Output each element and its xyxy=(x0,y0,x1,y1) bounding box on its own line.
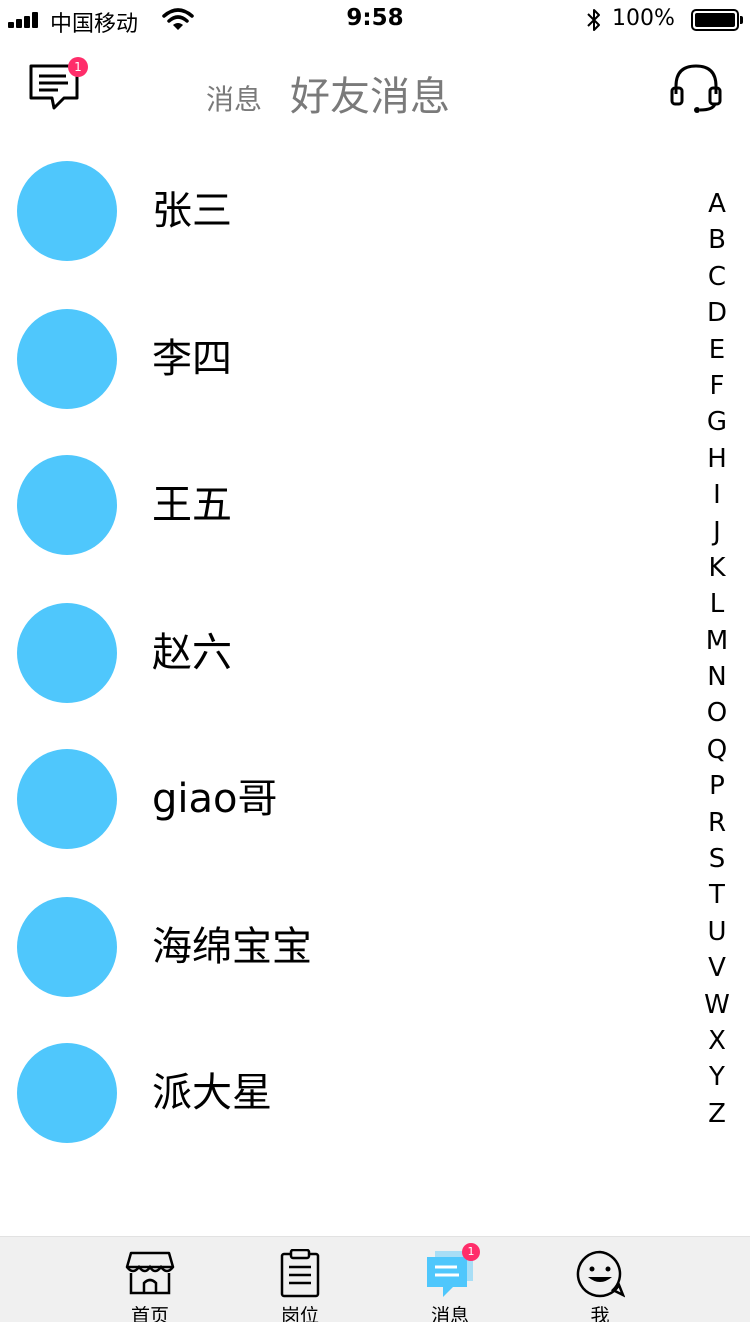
contact-name: giao哥 xyxy=(152,776,278,822)
tab-messages-label: 消息 xyxy=(430,1305,469,1322)
alphabet-letter[interactable]: T xyxy=(700,877,734,913)
alphabet-index[interactable]: ABCDEFGHIJKLMNOQPRSTUVWXYZ xyxy=(700,186,734,1132)
tab-me[interactable]: 我 xyxy=(560,1243,640,1322)
contact-name: 张三 xyxy=(152,188,232,234)
contact-item[interactable]: giao哥 xyxy=(0,738,690,858)
avatar xyxy=(17,603,117,703)
alphabet-letter[interactable]: V xyxy=(700,950,734,986)
alphabet-letter[interactable]: X xyxy=(700,1023,734,1059)
contact-item[interactable]: 王五 xyxy=(0,444,690,564)
alphabet-letter[interactable]: U xyxy=(700,914,734,950)
avatar xyxy=(17,309,117,409)
alphabet-letter[interactable]: A xyxy=(700,186,734,222)
battery-percentage: 100% xyxy=(612,6,675,31)
tab-messages-badge: 1 xyxy=(462,1243,480,1261)
alphabet-letter[interactable]: D xyxy=(700,295,734,331)
alphabet-letter[interactable]: F xyxy=(700,368,734,404)
alphabet-letter[interactable]: M xyxy=(700,623,734,659)
tab-home-label: 首页 xyxy=(130,1305,169,1322)
alphabet-letter[interactable]: Y xyxy=(700,1059,734,1095)
header: 1 消息 好友消息 xyxy=(0,40,750,140)
alphabet-letter[interactable]: O xyxy=(700,695,734,731)
alphabet-letter[interactable]: G xyxy=(700,404,734,440)
tab-messages[interactable]: 消息 xyxy=(206,78,262,118)
avatar xyxy=(17,161,117,261)
contact-item[interactable]: 派大星 xyxy=(0,1032,690,1152)
avatar xyxy=(17,897,117,997)
alphabet-letter[interactable]: R xyxy=(700,805,734,841)
avatar xyxy=(17,1043,117,1143)
contact-name: 李四 xyxy=(152,336,232,382)
store-icon xyxy=(125,1251,175,1295)
tab-bar: 首页 岗位 1 消息 我 xyxy=(0,1236,750,1322)
message-badge: 1 xyxy=(68,57,88,77)
avatar xyxy=(17,749,117,849)
headset-icon[interactable] xyxy=(668,60,724,116)
contact-name: 海绵宝宝 xyxy=(152,924,312,970)
tab-jobs[interactable]: 岗位 xyxy=(260,1243,340,1322)
alphabet-letter[interactable]: E xyxy=(700,332,734,368)
alphabet-letter[interactable]: C xyxy=(700,259,734,295)
alphabet-letter[interactable]: I xyxy=(700,477,734,513)
alphabet-letter[interactable]: Z xyxy=(700,1096,734,1132)
tab-messages-nav[interactable]: 1 消息 xyxy=(410,1243,490,1322)
status-bar: 中国移动 9:58 100% xyxy=(0,0,750,40)
alphabet-letter[interactable]: P xyxy=(700,768,734,804)
alphabet-letter[interactable]: J xyxy=(700,514,734,550)
alphabet-letter[interactable]: K xyxy=(700,550,734,586)
contact-name: 派大星 xyxy=(152,1070,272,1116)
contact-name: 王五 xyxy=(152,482,232,528)
alphabet-letter[interactable]: H xyxy=(700,441,734,477)
alphabet-letter[interactable]: B xyxy=(700,222,734,258)
bluetooth-icon xyxy=(587,9,600,31)
contact-name: 赵六 xyxy=(152,630,232,676)
contact-item[interactable]: 张三 xyxy=(0,150,690,270)
avatar xyxy=(17,455,117,555)
contact-item[interactable]: 赵六 xyxy=(0,592,690,712)
contact-item[interactable]: 李四 xyxy=(0,298,690,418)
smiley-icon xyxy=(576,1250,625,1298)
alphabet-letter[interactable]: L xyxy=(700,586,734,622)
contact-item[interactable]: 海绵宝宝 xyxy=(0,886,690,1006)
tab-home[interactable]: 首页 xyxy=(110,1243,190,1322)
alphabet-letter[interactable]: N xyxy=(700,659,734,695)
tab-jobs-label: 岗位 xyxy=(280,1305,319,1322)
alphabet-letter[interactable]: S xyxy=(700,841,734,877)
alphabet-letter[interactable]: W xyxy=(700,987,734,1023)
battery-icon xyxy=(691,9,743,31)
clipboard-icon xyxy=(280,1249,320,1298)
alphabet-letter[interactable]: Q xyxy=(700,732,734,768)
tab-me-label: 我 xyxy=(590,1305,610,1322)
tab-friend-messages[interactable]: 好友消息 xyxy=(290,64,450,122)
